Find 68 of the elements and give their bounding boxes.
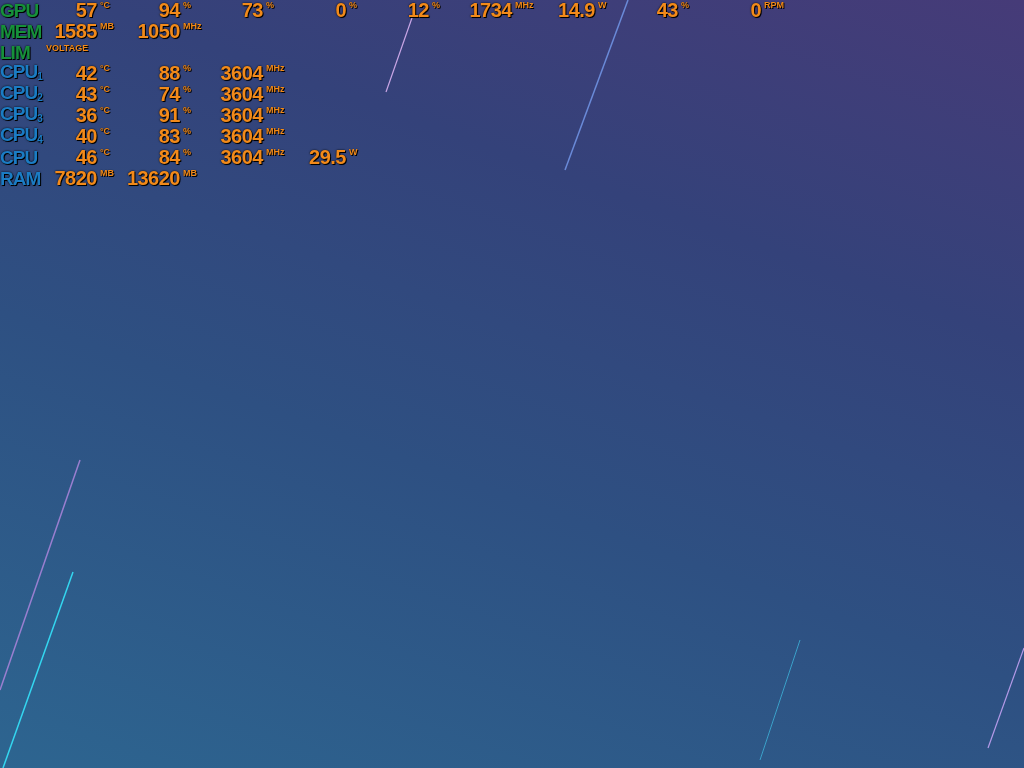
unit-text: MHz	[266, 105, 285, 116]
value-text: 12	[406, 0, 429, 21]
row-label: RAM	[0, 168, 42, 189]
unit-text: %	[432, 0, 440, 11]
value-text: 3604	[219, 126, 263, 147]
unit-text: %	[183, 105, 191, 116]
value-text: 1734	[468, 0, 512, 21]
value-text: 0	[749, 0, 761, 21]
value-text: 43	[74, 84, 97, 105]
value-text: 42	[74, 63, 97, 84]
row-label: CPU	[0, 147, 39, 168]
value-text: 43	[655, 0, 678, 21]
unit-text: MB	[183, 168, 197, 179]
unit-text: °C	[100, 84, 111, 95]
value-text: 3604	[219, 105, 263, 126]
row-label: CPU$_{2}$	[0, 81, 42, 105]
unit-text: %	[681, 0, 689, 11]
unit-text: MB	[100, 168, 114, 179]
value-text: 13620	[125, 168, 180, 189]
unit-text: MHz	[266, 147, 285, 158]
unit-text: %	[183, 147, 191, 158]
unit-text: W	[598, 0, 607, 11]
unit-text: %	[183, 63, 191, 74]
value-text: 0	[334, 0, 346, 21]
unit-text: °C	[100, 0, 111, 11]
value-text: 91	[157, 105, 180, 126]
row-label: CPU$_{4}$	[0, 123, 42, 147]
unit-text: °C	[100, 126, 111, 137]
unit-text: %	[266, 0, 274, 11]
value-text: 3604	[219, 63, 263, 84]
value-text: 1050	[136, 21, 180, 42]
value-text: 3604	[219, 147, 263, 168]
row-label: CPU$_{1}$	[0, 60, 42, 84]
value-text: 36	[74, 105, 97, 126]
value-text: 88	[157, 63, 180, 84]
value-text: 3604	[219, 84, 263, 105]
unit-text: °C	[100, 105, 111, 116]
unit-text: %	[183, 126, 191, 137]
value-text: 40	[74, 126, 97, 147]
unit-text: °C	[100, 63, 111, 74]
row-label: CPU$_{3}$	[0, 102, 42, 126]
value-text: 74	[157, 84, 180, 105]
unit-text: %	[183, 84, 191, 95]
row-label: GPU	[0, 0, 40, 21]
value-text: 57	[74, 0, 97, 21]
value-text: 73	[240, 0, 263, 21]
unit-text: MHz	[515, 0, 534, 11]
unit-text: MHz	[266, 63, 285, 74]
value-text: 83	[157, 126, 180, 147]
unit-text: MHz	[183, 21, 202, 32]
unit-text: MHz	[266, 126, 285, 137]
value-text: 7820	[53, 168, 97, 189]
value-text: 1585	[53, 21, 97, 42]
unit-text: MHz	[266, 84, 285, 95]
row-label: LIM	[0, 42, 31, 63]
unit-text: W	[349, 147, 358, 158]
unit-text: MB	[100, 21, 114, 32]
unit-text: %	[349, 0, 357, 11]
value-text: 46	[74, 147, 97, 168]
limit-text: VOLTAGE	[46, 42, 89, 54]
value-text: 84	[157, 147, 180, 168]
value-text: 14.9	[557, 0, 595, 21]
value-text: 94	[157, 0, 180, 21]
value-text: 29.5	[308, 147, 346, 168]
unit-text: °C	[100, 147, 111, 158]
unit-text: RPM	[764, 0, 784, 11]
row-label: MEM	[0, 21, 42, 42]
unit-text: %	[183, 0, 191, 11]
